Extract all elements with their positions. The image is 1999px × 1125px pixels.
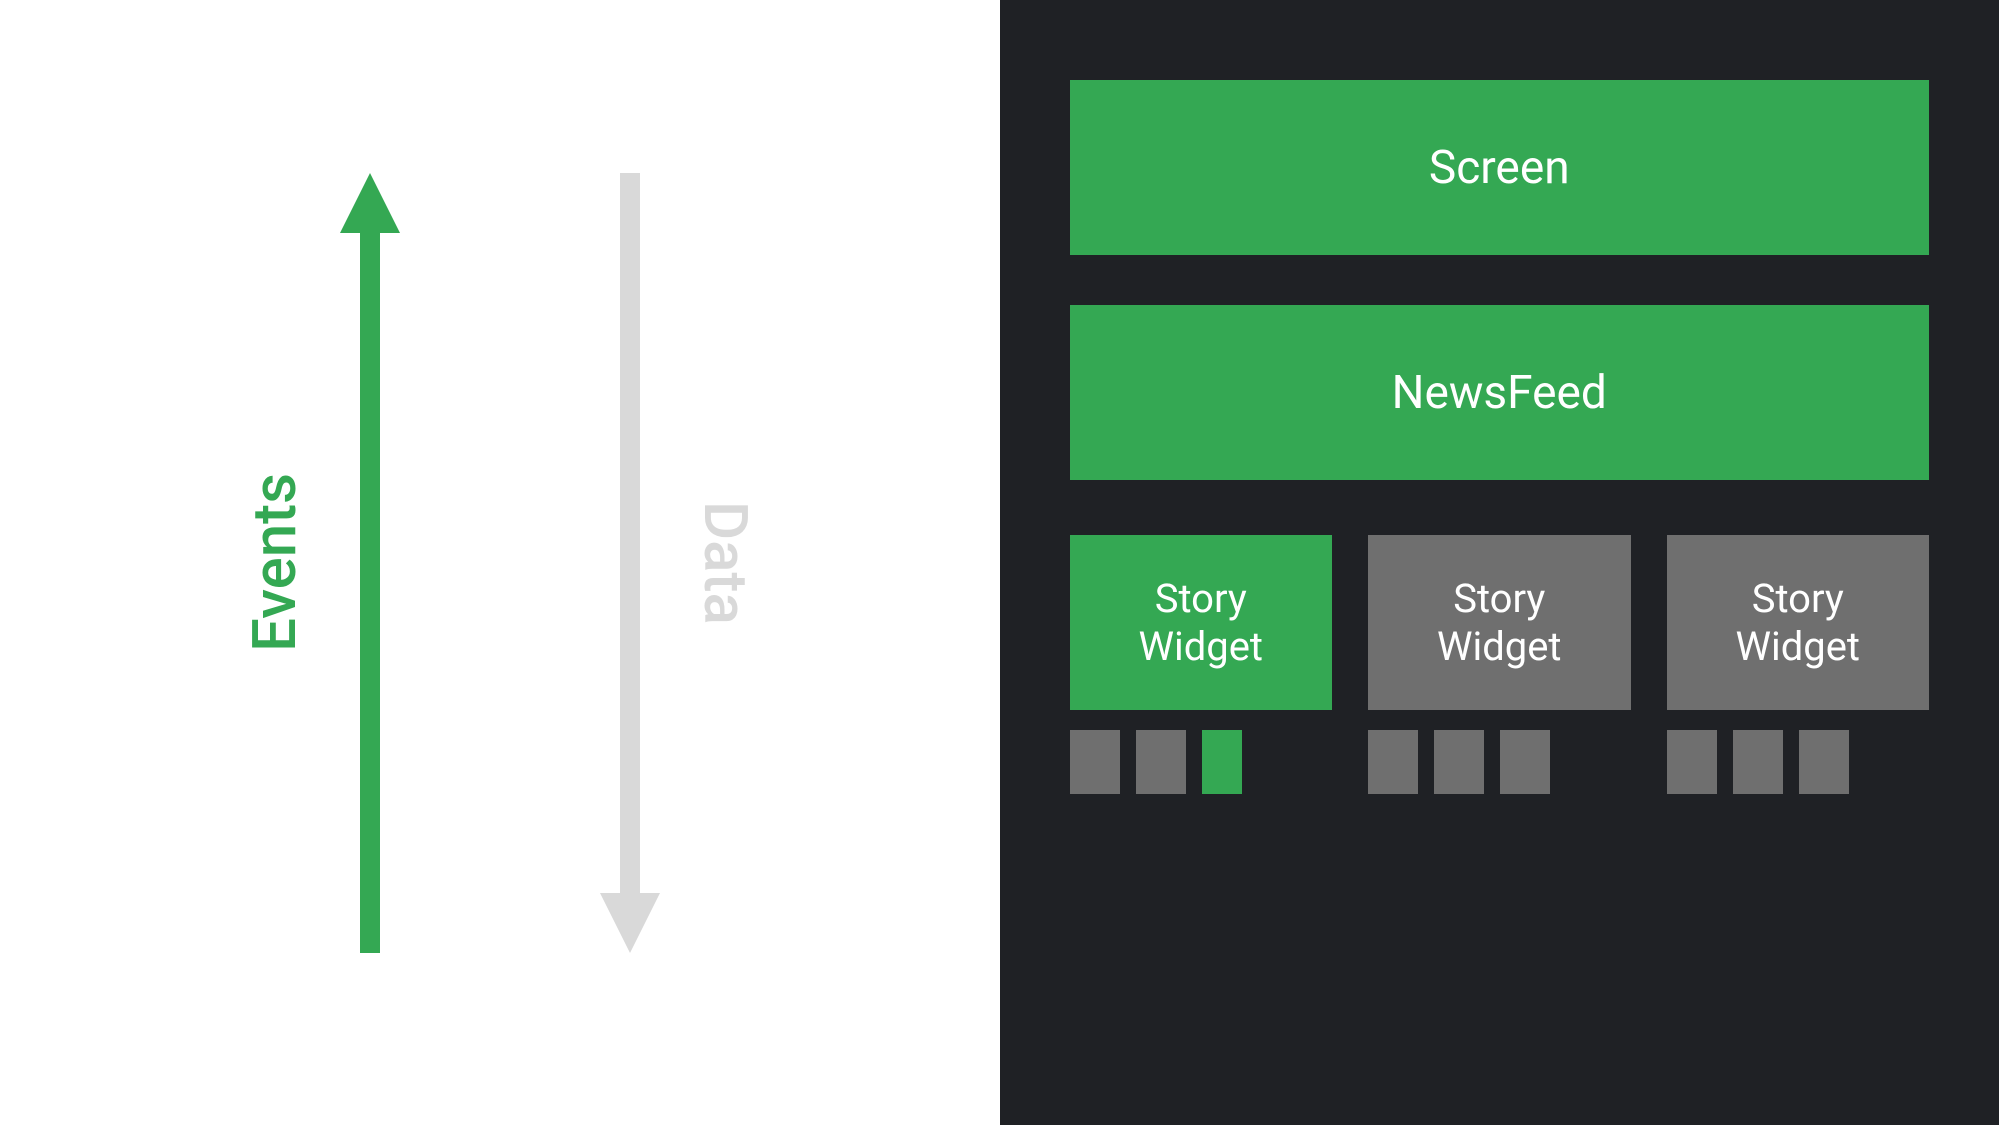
widgets-row: Story Widget Story Widget Story xyxy=(1070,535,1930,794)
widget-group-2: Story Widget xyxy=(1667,535,1930,794)
up-arrow-icon xyxy=(340,173,400,953)
events-arrow-group: Events xyxy=(239,173,400,953)
small-boxes-row xyxy=(1667,730,1930,794)
small-box xyxy=(1434,730,1484,794)
small-boxes-row xyxy=(1368,730,1631,794)
story-widget-box: Story Widget xyxy=(1667,535,1930,710)
events-label: Events xyxy=(239,473,310,652)
widget-label-line2: Widget xyxy=(1437,623,1562,671)
data-label: Data xyxy=(690,501,761,625)
left-arrows-panel: Events Data xyxy=(0,0,1000,1125)
screen-box: Screen xyxy=(1070,80,1930,255)
story-widget-box: Story Widget xyxy=(1070,535,1333,710)
small-box xyxy=(1070,730,1120,794)
small-box xyxy=(1667,730,1717,794)
widget-label-line2: Widget xyxy=(1735,623,1860,671)
down-arrow-icon xyxy=(600,173,660,953)
story-widget-box: Story Widget xyxy=(1368,535,1631,710)
widget-group-0: Story Widget xyxy=(1070,535,1333,794)
small-box xyxy=(1136,730,1186,794)
widget-label-line2: Widget xyxy=(1138,623,1263,671)
widget-label-line1: Story xyxy=(1155,575,1247,623)
small-box-active xyxy=(1202,730,1242,794)
widget-label-line1: Story xyxy=(1453,575,1545,623)
small-box xyxy=(1733,730,1783,794)
small-box xyxy=(1500,730,1550,794)
small-box xyxy=(1368,730,1418,794)
widget-group-1: Story Widget xyxy=(1368,535,1631,794)
small-box xyxy=(1799,730,1849,794)
newsfeed-box: NewsFeed xyxy=(1070,305,1930,480)
widget-label-line1: Story xyxy=(1752,575,1844,623)
small-boxes-row xyxy=(1070,730,1333,794)
data-arrow-group: Data xyxy=(600,173,761,953)
right-hierarchy-panel: Screen NewsFeed Story Widget Story Widge… xyxy=(1000,0,1999,1125)
